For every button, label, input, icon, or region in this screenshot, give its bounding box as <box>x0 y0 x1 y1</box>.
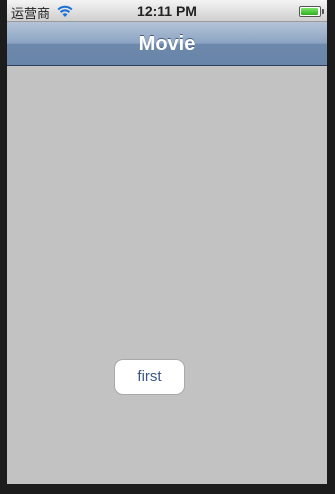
main-content: first <box>7 66 327 484</box>
first-button[interactable]: first <box>114 359 185 395</box>
navigation-bar: Movie <box>7 22 327 66</box>
status-bar: 运营商 12:11 PM <box>7 0 327 22</box>
device-screen: 运营商 12:11 PM Movie first <box>7 0 327 484</box>
battery-level <box>301 8 318 15</box>
battery-icon <box>299 6 324 17</box>
page-title: Movie <box>138 33 196 55</box>
status-time: 12:11 PM <box>137 3 197 19</box>
